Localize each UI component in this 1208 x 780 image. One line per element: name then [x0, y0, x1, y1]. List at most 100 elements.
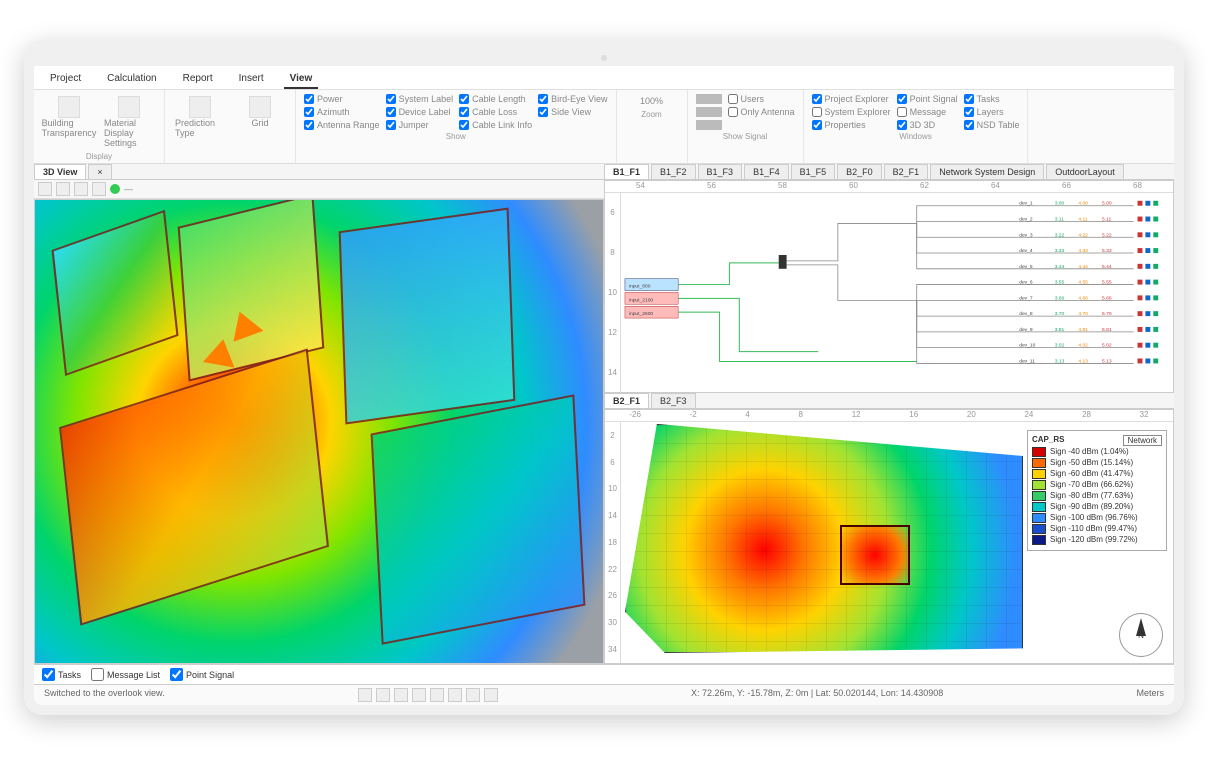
svg-text:dev_11: dev_11	[1019, 358, 1035, 364]
menu-view[interactable]: View	[284, 70, 319, 89]
status-message: Switched to the overlook view.	[44, 688, 165, 702]
tab-B1_F3[interactable]: B1_F3	[698, 164, 743, 179]
chk-jumper[interactable]: Jumper	[386, 120, 454, 130]
legend-row: Sign -90 dBm (89.20%)	[1032, 502, 1162, 512]
building-transparency-button[interactable]: Building Transparency	[42, 94, 96, 140]
chk-antenna-range[interactable]: Antenna Range	[304, 120, 380, 130]
building-block	[338, 207, 515, 424]
svg-text:dev_5: dev_5	[1019, 264, 1033, 270]
svg-text:4.02: 4.02	[1078, 343, 1088, 349]
zoom-dropdown[interactable]: 100%	[625, 94, 679, 108]
chk-point-signal[interactable]: Point Signal	[897, 94, 958, 104]
signal-swatch-1	[696, 94, 722, 104]
tab-Network System Design[interactable]: Network System Design	[930, 164, 1044, 179]
bottom-panel-tabs: Tasks Message List Point Signal	[34, 664, 1174, 684]
tab-B1_F1[interactable]: B1_F1	[604, 164, 649, 179]
grid-icon	[249, 96, 271, 118]
tool-icon[interactable]	[412, 688, 426, 702]
svg-text:4.33: 4.33	[1078, 248, 1088, 254]
svg-text:4.70: 4.70	[1078, 311, 1088, 317]
svg-text:dev_10: dev_10	[1019, 343, 1035, 349]
tool-icon[interactable]	[56, 182, 70, 196]
legend-row: Sign -50 dBm (15.14%)	[1032, 458, 1162, 468]
tab-B1_F4[interactable]: B1_F4	[744, 164, 789, 179]
svg-text:3.02: 3.02	[1055, 343, 1065, 349]
floorplan-heatmap-view[interactable]: -26-248121620242832 2610141822263034 CAP…	[604, 409, 1174, 664]
svg-text:input_2600: input_2600	[629, 311, 654, 317]
signal-swatch-3	[696, 120, 722, 130]
network-system-design-view[interactable]: 5456586062646668 68101214 input_800 inpu…	[604, 180, 1174, 393]
svg-text:5.11: 5.11	[1102, 216, 1111, 222]
chk-nsd-table[interactable]: NSD Table	[964, 120, 1020, 130]
svg-text:dev_3: dev_3	[1019, 232, 1033, 238]
chk-cable-loss[interactable]: Cable Loss	[459, 107, 532, 117]
tool-icon[interactable]	[38, 182, 52, 196]
chk-sideview[interactable]: Side View	[538, 107, 607, 117]
tab-3d-view[interactable]: 3D View	[34, 164, 86, 179]
menu-insert[interactable]: Insert	[233, 70, 270, 89]
tab-B1_F2[interactable]: B1_F2	[651, 164, 696, 179]
tool-icon[interactable]	[484, 688, 498, 702]
tool-icon[interactable]	[92, 182, 106, 196]
network-button[interactable]: Network	[1123, 435, 1162, 446]
grid-button[interactable]: Grid	[233, 94, 287, 130]
svg-text:3.13: 3.13	[1055, 358, 1065, 364]
svg-text:3.70: 3.70	[1055, 311, 1065, 317]
tool-icon[interactable]	[358, 688, 372, 702]
svg-text:5.02: 5.02	[1102, 343, 1112, 349]
legend-row: Sign -100 dBm (96.76%)	[1032, 513, 1162, 523]
svg-text:input_800: input_800	[629, 284, 651, 290]
chk-tasks[interactable]: Tasks	[964, 94, 1020, 104]
menu-report[interactable]: Report	[177, 70, 219, 89]
tool-icon[interactable]	[394, 688, 408, 702]
workspace: 3D View× — B1_F1B1_F2B1_F3B1_F4B1_F5B2_F…	[34, 164, 1174, 664]
tab-tasks[interactable]: Tasks	[42, 668, 81, 681]
chk-message[interactable]: Message	[897, 107, 958, 117]
svg-text:3.22: 3.22	[1055, 232, 1065, 238]
tab-B2_F1[interactable]: B2_F1	[884, 164, 929, 179]
building-icon	[58, 96, 80, 118]
prediction-type-button[interactable]: Prediction Type	[173, 94, 227, 140]
svg-text:4.55: 4.55	[1078, 280, 1088, 286]
tab-point-signal[interactable]: Point Signal	[170, 668, 234, 681]
svg-text:5.13: 5.13	[1102, 358, 1112, 364]
tab-close-icon[interactable]: ×	[88, 164, 111, 179]
menu-calculation[interactable]: Calculation	[101, 70, 162, 89]
chk-system-label[interactable]: System Label	[386, 94, 454, 104]
tool-icon[interactable]	[376, 688, 390, 702]
menu-project[interactable]: Project	[44, 70, 87, 89]
chk-project-explorer[interactable]: Project Explorer	[812, 94, 891, 104]
material-display-settings-button[interactable]: Material Display Settings	[102, 94, 156, 150]
tool-icon[interactable]	[466, 688, 480, 702]
tab-B2_F1[interactable]: B2_F1	[604, 393, 649, 408]
svg-text:5.81: 5.81	[1102, 327, 1112, 333]
chk-birdeye[interactable]: Bird-Eye View	[538, 94, 607, 104]
chk-users[interactable]: Users	[728, 94, 795, 104]
tab-B2_F3[interactable]: B2_F3	[651, 393, 696, 408]
tool-icon[interactable]	[74, 182, 88, 196]
tool-icon[interactable]	[448, 688, 462, 702]
tool-icon[interactable]	[430, 688, 444, 702]
chk-power[interactable]: Power	[304, 94, 380, 104]
chk-3d3d[interactable]: 3D 3D	[897, 120, 958, 130]
antenna-icon	[203, 336, 239, 367]
chk-azimuth[interactable]: Azimuth	[304, 107, 380, 117]
chk-only-antenna[interactable]: Only Antenna	[728, 107, 795, 117]
tab-B2_F0[interactable]: B2_F0	[837, 164, 882, 179]
svg-text:4.66: 4.66	[1078, 295, 1088, 301]
svg-text:dev_9: dev_9	[1019, 327, 1033, 333]
chk-device-label[interactable]: Device Label	[386, 107, 454, 117]
view-3d-heatmap[interactable]	[34, 199, 604, 664]
tab-B1_F5[interactable]: B1_F5	[791, 164, 836, 179]
chk-cable-length[interactable]: Cable Length	[459, 94, 532, 104]
chk-system-explorer[interactable]: System Explorer	[812, 107, 891, 117]
compass-icon: N	[1119, 613, 1163, 657]
signal-swatch-2	[696, 107, 722, 117]
tab-OutdoorLayout[interactable]: OutdoorLayout	[1046, 164, 1124, 179]
status-units: Meters	[1136, 688, 1164, 702]
chk-cable-link-info[interactable]: Cable Link Info	[459, 120, 532, 130]
chk-properties[interactable]: Properties	[812, 120, 891, 130]
tab-message-list[interactable]: Message List	[91, 668, 160, 681]
svg-text:5.66: 5.66	[1102, 295, 1112, 301]
chk-layers[interactable]: Layers	[964, 107, 1020, 117]
